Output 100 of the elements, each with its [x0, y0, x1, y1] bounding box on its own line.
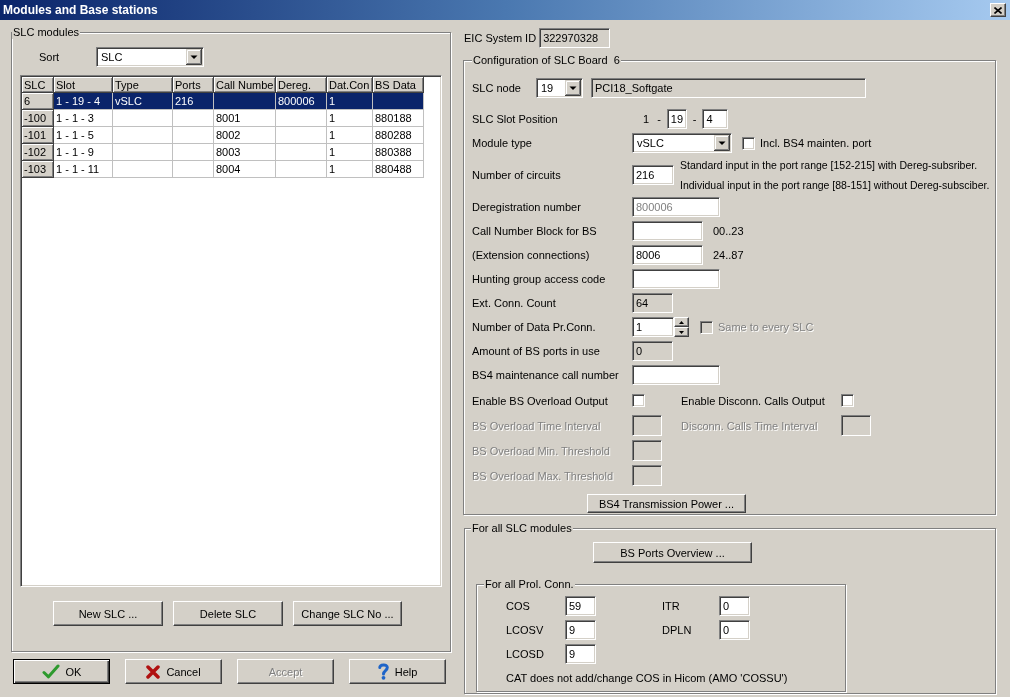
spin-down-button[interactable]	[674, 327, 689, 337]
text-field[interactable]: 59	[565, 596, 596, 616]
row-header[interactable]: -101	[22, 127, 54, 144]
text-field[interactable]: 8006	[632, 245, 703, 265]
field-label: DPLN	[662, 624, 692, 636]
text-field[interactable]: 800006	[632, 197, 720, 217]
text-field[interactable]	[632, 365, 720, 385]
note-text: CAT does not add/change COS in Hicom (AMO 'COSSU')	[506, 671, 788, 686]
group-title: Configuration of SLC Board 6	[472, 54, 621, 67]
text-field[interactable]: 0	[719, 620, 750, 640]
checkbox[interactable]	[742, 136, 755, 150]
text-field[interactable]: 19	[666, 109, 687, 129]
close-icon	[994, 6, 1002, 14]
column-header[interactable]: SLC	[22, 77, 54, 93]
field-label: Module type	[472, 137, 532, 149]
spin-up-button[interactable]	[674, 317, 689, 327]
column-header[interactable]: Slot	[54, 77, 113, 93]
field-label: Enable Disconn. Calls Output	[681, 394, 825, 407]
text-field[interactable]: 0	[719, 596, 750, 616]
column-header[interactable]: Call Numbe	[214, 77, 276, 93]
node-dropdown[interactable]: 19	[536, 78, 583, 98]
text-field[interactable]: 322970328	[539, 28, 611, 48]
text-field[interactable]: 4	[702, 109, 729, 129]
field-label: SLC Slot Position	[472, 113, 558, 125]
field-label: (Extension connections)	[472, 249, 590, 261]
row-header[interactable]: -103	[22, 161, 54, 178]
ok-button[interactable]: OK	[13, 659, 110, 684]
field-label: BS Overload Max. Threshold	[472, 469, 614, 482]
field-label: SLC node	[472, 82, 521, 94]
cross-icon	[146, 664, 161, 679]
sort-dropdown[interactable]: SLC	[96, 47, 204, 67]
row-header[interactable]: -100	[22, 110, 54, 127]
window-title: Modules and Base stations	[3, 3, 158, 17]
field-label: BS Overload Min. Threshold	[472, 444, 610, 457]
separator-label: -	[692, 113, 697, 125]
delete-button[interactable]: Delete SLC	[173, 601, 283, 626]
cancel-button[interactable]: Cancel	[125, 659, 222, 684]
field-label: Ext. Conn. Count	[472, 297, 556, 309]
group-title: SLC modules	[12, 26, 81, 39]
column-header[interactable]: Ports	[173, 77, 214, 93]
text-field[interactable]	[632, 269, 720, 289]
check-icon	[41, 664, 60, 679]
field-label: Number of Data Pr.Conn.	[472, 321, 596, 333]
module-dropdown[interactable]: vSLC	[632, 133, 732, 153]
dropdown-arrow-icon[interactable]	[714, 135, 730, 151]
close-button[interactable]	[990, 3, 1006, 17]
range-hint: 00..23	[713, 225, 744, 237]
row-header[interactable]: 6	[22, 93, 54, 110]
change-number-button[interactable]: Change SLC No ...	[293, 601, 402, 626]
range-hint: 24..87	[713, 249, 744, 261]
table-cell: 880488	[373, 161, 424, 178]
field-label: Disconn. Calls Time Interval	[681, 419, 818, 432]
text-field[interactable]: 9	[565, 644, 596, 664]
table-cell: 8004	[214, 161, 276, 178]
table-row[interactable]: -100 1 - 1 - 3 8001 1 880188	[22, 110, 424, 127]
text-field[interactable]: 216	[632, 165, 674, 185]
ports-overview-button[interactable]: BS Ports Overview ...	[593, 542, 752, 563]
field-label: Deregistration number	[472, 201, 581, 213]
triangle-down-icon	[679, 330, 684, 334]
checkbox-label: Incl. BS4 mainten. port	[760, 137, 872, 149]
note-text: Standard input in the port range [152-215] with Dereg-subsriber.	[680, 158, 978, 173]
group-title: For all Prol. Conn.	[484, 578, 575, 591]
field-label: COS	[506, 600, 530, 612]
dropdown-arrow-icon[interactable]	[186, 49, 202, 65]
text-field[interactable]: PCI18_Softgate	[591, 78, 866, 98]
sort-label: Sort	[39, 51, 60, 63]
field-label: Enable BS Overload Output	[472, 394, 608, 407]
text-field[interactable]: 0	[632, 341, 673, 361]
field-label: Amount of BS ports in use	[472, 345, 600, 357]
table-row[interactable]: -101 1 - 1 - 5 8002 1 880288	[22, 127, 424, 144]
help-button[interactable]: Help	[349, 659, 446, 684]
text-field[interactable]: 64	[632, 293, 673, 313]
column-header[interactable]: BS Data	[373, 77, 424, 93]
field-label: BS4 maintenance call number	[472, 369, 619, 381]
column-header[interactable]: Type	[113, 77, 173, 93]
question-mark-icon	[377, 663, 389, 680]
table-row[interactable]: -103 1 - 1 - 11 8004 1 880488	[22, 161, 424, 178]
checkbox[interactable]	[632, 394, 645, 407]
table-row[interactable]: -102 1 - 1 - 9 8003 1 880388	[22, 144, 424, 161]
text-field[interactable]: 9	[565, 620, 596, 640]
field-label: EIC System ID	[464, 32, 537, 44]
slot-number: 1	[643, 113, 650, 125]
field-label: Call Number Block for BS	[472, 225, 597, 237]
separator-label: -	[657, 113, 661, 125]
column-header[interactable]: Dereg.	[276, 77, 327, 93]
row-header[interactable]: -102	[22, 144, 54, 161]
dropdown-arrow-icon[interactable]	[565, 80, 581, 96]
new-button[interactable]: New SLC ...	[53, 601, 163, 626]
group-title: For all SLC modules	[471, 522, 573, 535]
checkbox[interactable]	[841, 394, 854, 407]
number-field[interactable]: 1	[632, 317, 674, 337]
text-field[interactable]	[632, 221, 703, 241]
column-header[interactable]: Dat.Con	[327, 77, 373, 93]
field-label: BS Overload Time Interval	[472, 419, 601, 432]
field-label: Hunting group access code	[472, 273, 606, 285]
transmission-power-button[interactable]: BS4 Transmission Power ...	[587, 494, 746, 513]
table-row[interactable]: 6 1 - 19 - 4 vSLC 216 800006 1	[22, 93, 424, 110]
note-text: Individual input in the port range [88-151] without Dereg-subsciber.	[680, 178, 990, 193]
field-label: LCOSV	[506, 624, 544, 636]
field-label: ITR	[662, 600, 680, 612]
